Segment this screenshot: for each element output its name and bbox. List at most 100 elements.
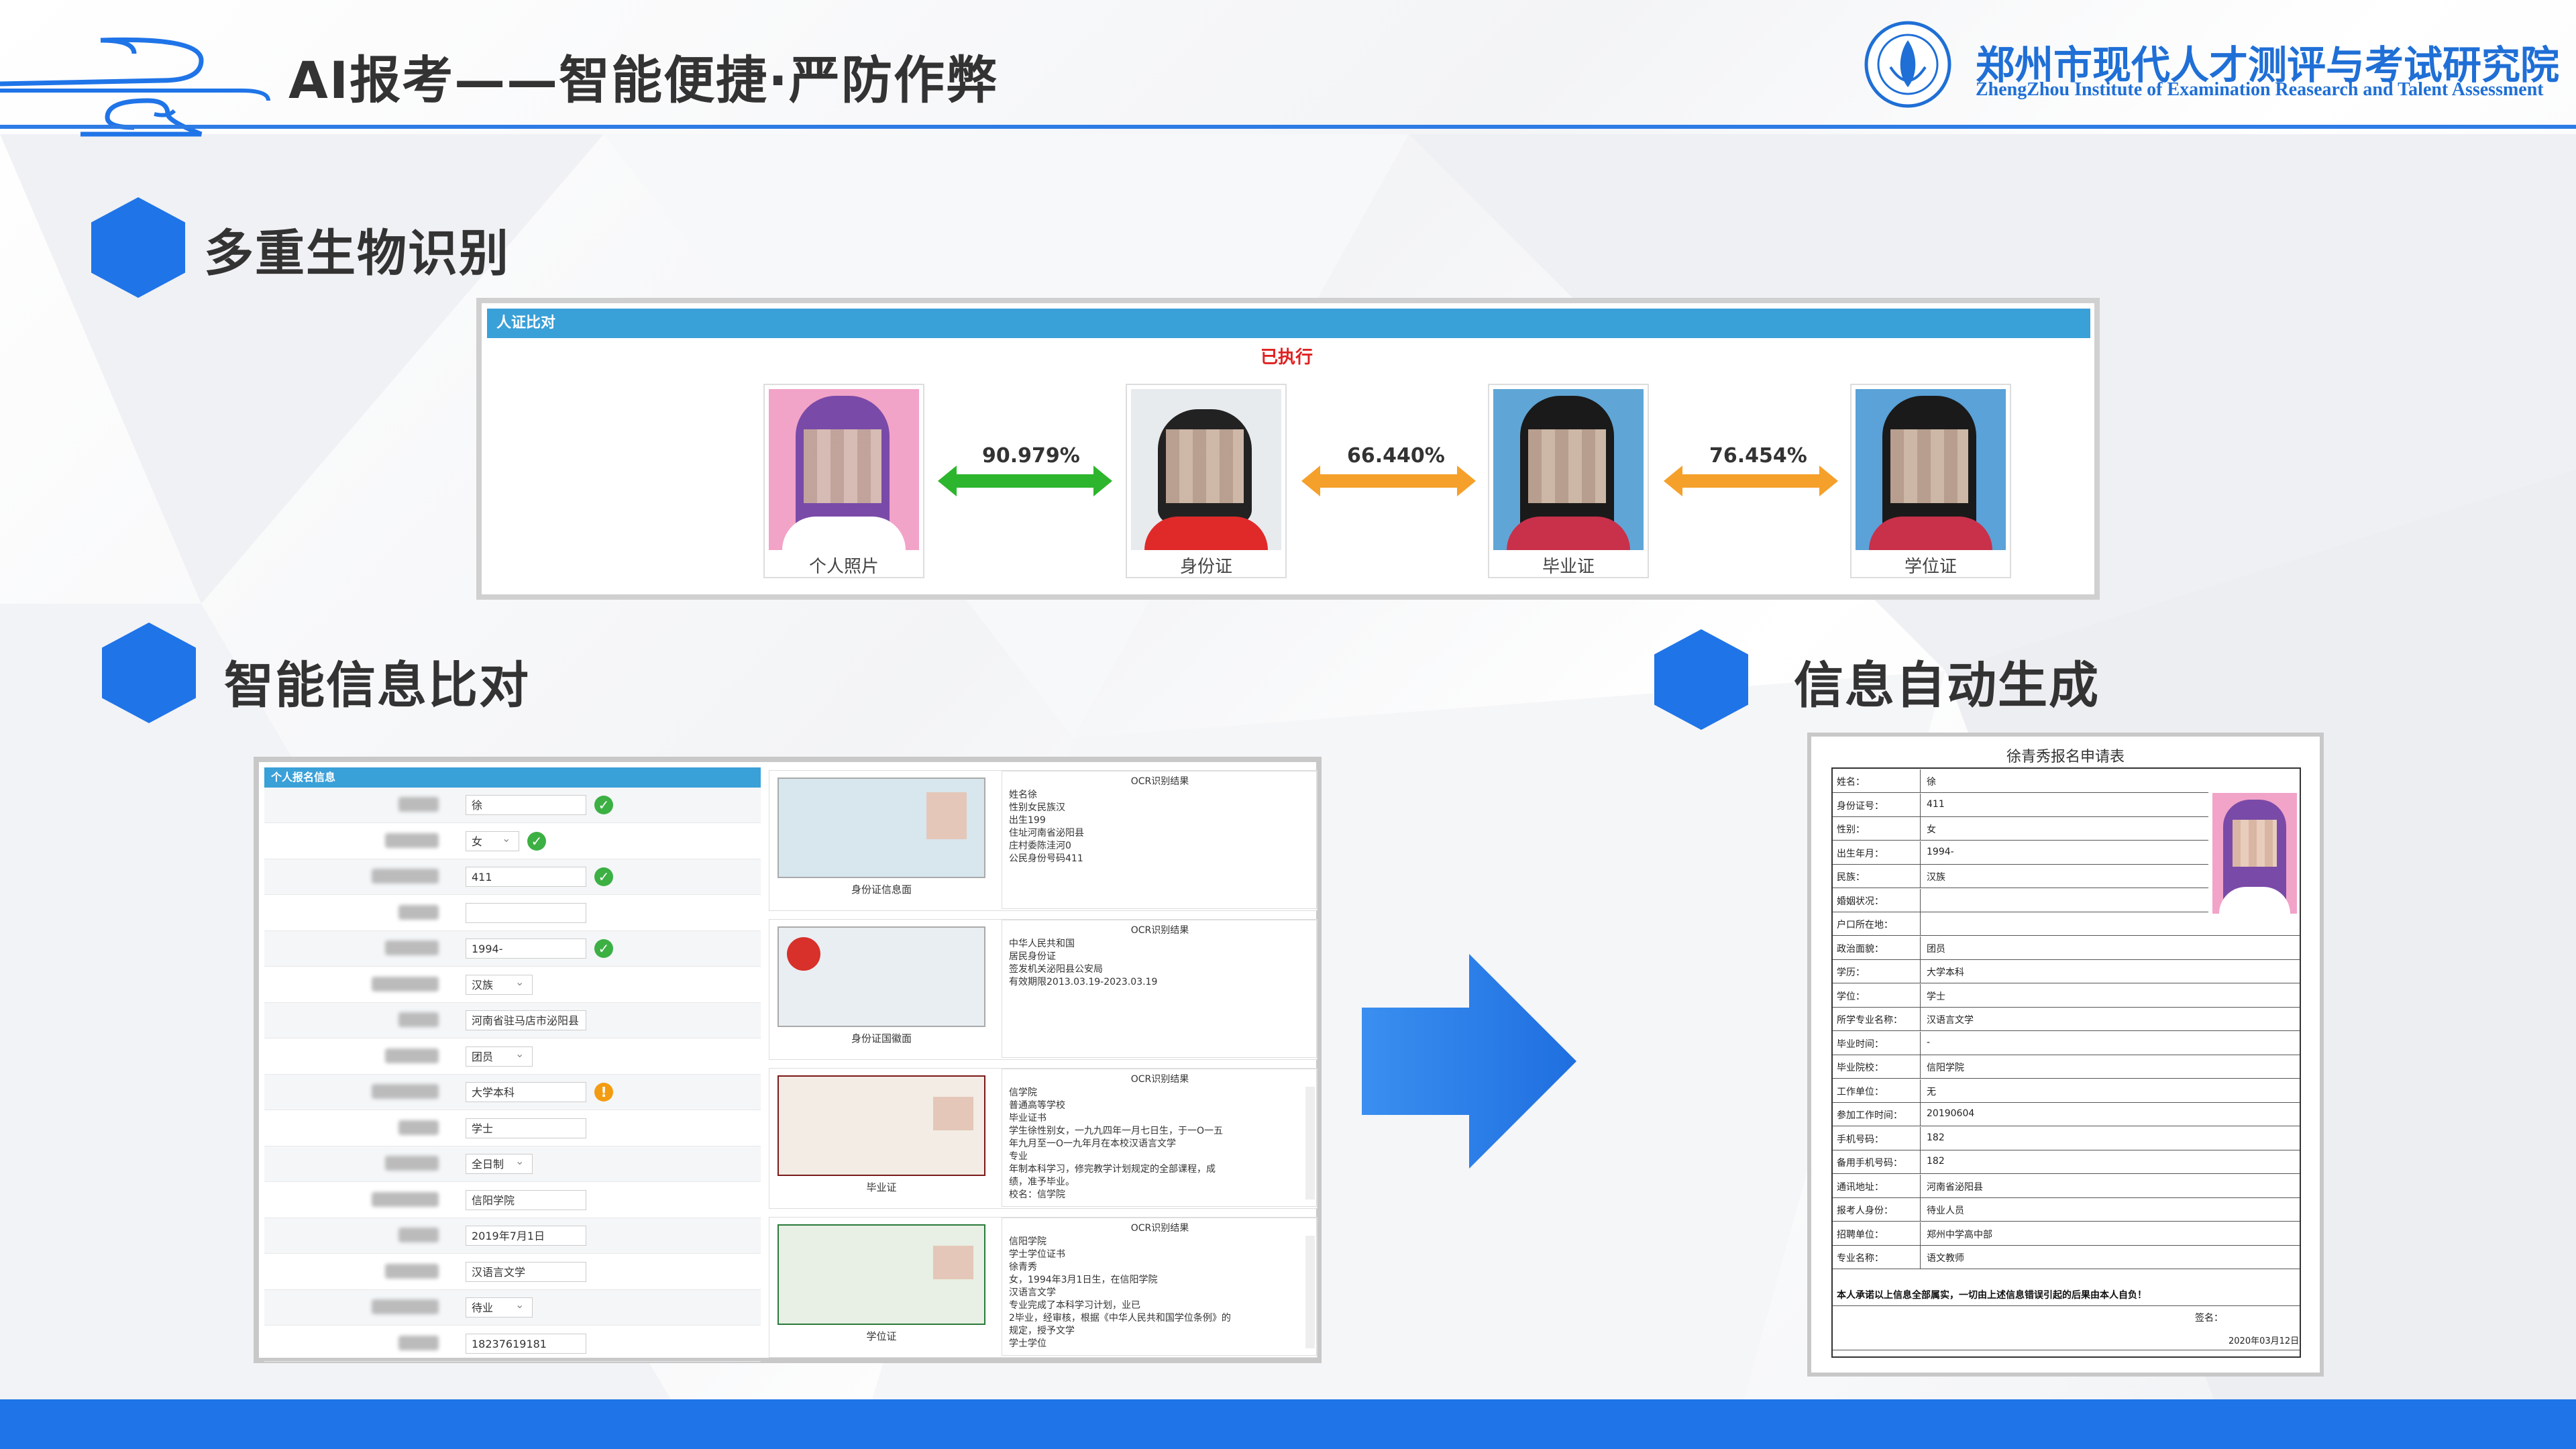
check-icon: ✓ — [527, 831, 546, 851]
form-row: 女 ⌄ ✓ — [264, 824, 761, 859]
form-table-label: 民族： — [1837, 872, 1865, 883]
form-table-value: 20190604 — [1927, 1108, 1975, 1119]
form-table-row: 备用手机号码： 182 — [1833, 1150, 2300, 1174]
field-label-blurred — [372, 1084, 439, 1099]
ocr-result-box[interactable]: OCR识别结果 姓名徐 性别女民族汉 出生199 住址河南省泌阳县 庄村委陈洼河0… — [1002, 771, 1317, 909]
field-input[interactable]: 2019年7月1日 — [466, 1226, 586, 1246]
chevron-down-icon[interactable]: ⌄ — [515, 1047, 524, 1060]
form-table-row: 学位： 学士 — [1833, 983, 2300, 1008]
form-table-row: 毕业时间： - — [1833, 1031, 2300, 1055]
chevron-down-icon[interactable]: ⌄ — [515, 975, 524, 988]
photo-caption: 学位证 — [1904, 557, 1957, 577]
document-image[interactable] — [777, 1224, 985, 1325]
ocr-result-box[interactable]: OCR识别结果 信阳学院 学士学位证书 徐青秀 女，1994年3月1日生，在信阳学… — [1002, 1218, 1317, 1356]
field-input[interactable]: 411 — [466, 867, 586, 887]
face-compare-panel: 人证比对 已执行 个人照片 90.979% 身份证 66.440% 毕业证 76… — [476, 298, 2100, 600]
form-table-row: 学历： 大学本科 — [1833, 960, 2300, 983]
ocr-result-box[interactable]: OCR识别结果信学院 普通高等学校 毕业证书 学生徐性别女，一九九四年一月七日生… — [1002, 1069, 1317, 1207]
document-card: 毕业证 OCR识别结果信学院 普通高等学校 毕业证书 学生徐性别女，一九九四年一月… — [769, 1068, 1318, 1209]
form-table-row: 毕业院校： 信阳学院 — [1833, 1055, 2300, 1079]
ocr-result-header: OCR识别结果 — [1130, 1074, 1189, 1085]
form-table-value: 河南省泌阳县 — [1927, 1181, 1983, 1193]
form-row: 待业 ⌄ — [264, 1290, 761, 1326]
field-label-blurred — [372, 976, 439, 991]
footer-bar — [0, 1399, 2576, 1449]
field-input[interactable] — [466, 902, 586, 923]
document-caption: 身份证国徽面 — [851, 1032, 912, 1044]
form-table-row: 性别： 女 — [1833, 817, 2208, 841]
form-table-row: 招聘单位： 郑州中学高中部 — [1833, 1222, 2300, 1246]
warning-icon: ! — [594, 1083, 613, 1102]
field-input[interactable]: 大学本科 — [466, 1082, 586, 1102]
chevron-down-icon[interactable]: ⌄ — [515, 1155, 524, 1167]
document-image[interactable] — [777, 1075, 985, 1176]
scrollbar[interactable] — [1305, 1087, 1315, 1199]
form-table-label: 姓名： — [1837, 777, 1865, 788]
ocr-result-box[interactable]: OCR识别结果 中华人民共和国 居民身份证 签发机关泌阳县公安局 有效期限2013… — [1002, 920, 1317, 1058]
form-table-row: 通讯地址： 河南省泌阳县 — [1833, 1174, 2300, 1198]
diploma-photo — [1493, 389, 1644, 550]
form-table-value: 汉族 — [1927, 872, 1945, 883]
form-table-value: - — [1927, 1036, 1931, 1048]
transform-arrow-icon — [1362, 954, 1576, 1169]
field-select[interactable]: 女 — [466, 830, 519, 851]
form-row: 团员 ⌄ — [264, 1039, 761, 1075]
similarity-score: 76.454% — [1709, 444, 1807, 468]
form-table-row: 民族： 汉族 — [1833, 865, 2208, 888]
form-table-value: 大学本科 — [1927, 967, 1964, 978]
face-compare-status: 已执行 — [1260, 347, 1313, 368]
document-image[interactable] — [777, 926, 985, 1027]
field-input[interactable]: 18237619181 — [466, 1333, 586, 1354]
form-table-value: 182 — [1927, 1156, 1945, 1167]
registration-title: 个人报名信息 — [264, 767, 761, 788]
form-table-row: 参加工作时间： 20190604 — [1833, 1103, 2300, 1126]
form-table-label: 通讯地址： — [1837, 1181, 1884, 1193]
check-icon: ✓ — [594, 796, 613, 814]
photo-card-id: 身份证 — [1126, 384, 1287, 578]
form-table-row: 身份证号： 411 — [1833, 793, 2208, 817]
form-table-value: 待业人员 — [1927, 1205, 1964, 1216]
wave-logo-icon — [0, 37, 270, 137]
document-caption: 毕业证 — [866, 1181, 897, 1193]
form-table-value: 学士 — [1927, 991, 1945, 1002]
field-input[interactable]: 汉语言文学 — [466, 1261, 586, 1282]
pledge-text: 本人承诺以上信息全部属实，一切由上述信息错误引起的后果由本人自负！ — [1837, 1290, 2147, 1301]
photo-caption: 个人照片 — [808, 557, 879, 577]
field-input[interactable]: 徐 — [466, 795, 586, 815]
similarity-score: 66.440% — [1347, 444, 1445, 468]
chevron-down-icon[interactable]: ⌄ — [515, 1298, 524, 1311]
ocr-result-text: 姓名徐 性别女民族汉 出生199 住址河南省泌阳县 庄村委陈洼河0 公民身份号码… — [1009, 790, 1084, 864]
form-table-label: 备用手机号码： — [1837, 1158, 1902, 1169]
form-table-row: 工作单位： 无 — [1833, 1079, 2300, 1103]
institute-emblem-icon — [1864, 21, 1951, 108]
form-table-value: 郑州中学高中部 — [1927, 1229, 1992, 1240]
form-table-label: 政治面貌： — [1837, 943, 1884, 955]
section-title-info-compare: 智能信息比对 — [224, 657, 530, 714]
form-table-label: 所学专业名称： — [1837, 1015, 1902, 1026]
form-table-value: 团员 — [1927, 943, 1945, 955]
field-label-blurred — [398, 1335, 439, 1350]
form-table-label: 学历： — [1837, 967, 1865, 978]
sign-label: 签名： — [2195, 1313, 2223, 1324]
score-arrow-icon — [1301, 466, 1476, 496]
form-row: 全日制 ⌄ — [264, 1146, 761, 1182]
field-input[interactable]: 信阳学院 — [466, 1189, 586, 1210]
form-table-row: 政治面貌： 团员 — [1833, 936, 2300, 960]
field-input[interactable]: 1994- — [466, 938, 586, 959]
national-emblem-icon — [787, 937, 820, 971]
field-label-blurred — [385, 1156, 439, 1171]
field-input[interactable]: 学士 — [466, 1118, 586, 1138]
form-table-value: 无 — [1927, 1086, 1936, 1097]
document-image[interactable] — [777, 777, 985, 878]
chevron-down-icon[interactable]: ⌄ — [502, 832, 511, 845]
form-table-label: 招聘单位： — [1837, 1229, 1884, 1240]
scrollbar[interactable] — [1305, 1236, 1315, 1348]
form-table-label: 毕业院校： — [1837, 1063, 1884, 1073]
field-label-blurred — [385, 1263, 439, 1279]
form-table-value: 语文教师 — [1927, 1253, 1964, 1264]
form-row: 1994- ✓ — [264, 931, 761, 967]
field-input[interactable]: 河南省驻马店市泌阳县 — [466, 1010, 586, 1030]
ocr-result-text: 信学院 普通高等学校 毕业证书 学生徐性别女，一九九四年一月七日生，于一O一五 … — [1009, 1087, 1224, 1200]
form-table-row: 姓名： 徐 — [1833, 769, 2208, 793]
form-row: 18237619181 — [264, 1326, 761, 1362]
